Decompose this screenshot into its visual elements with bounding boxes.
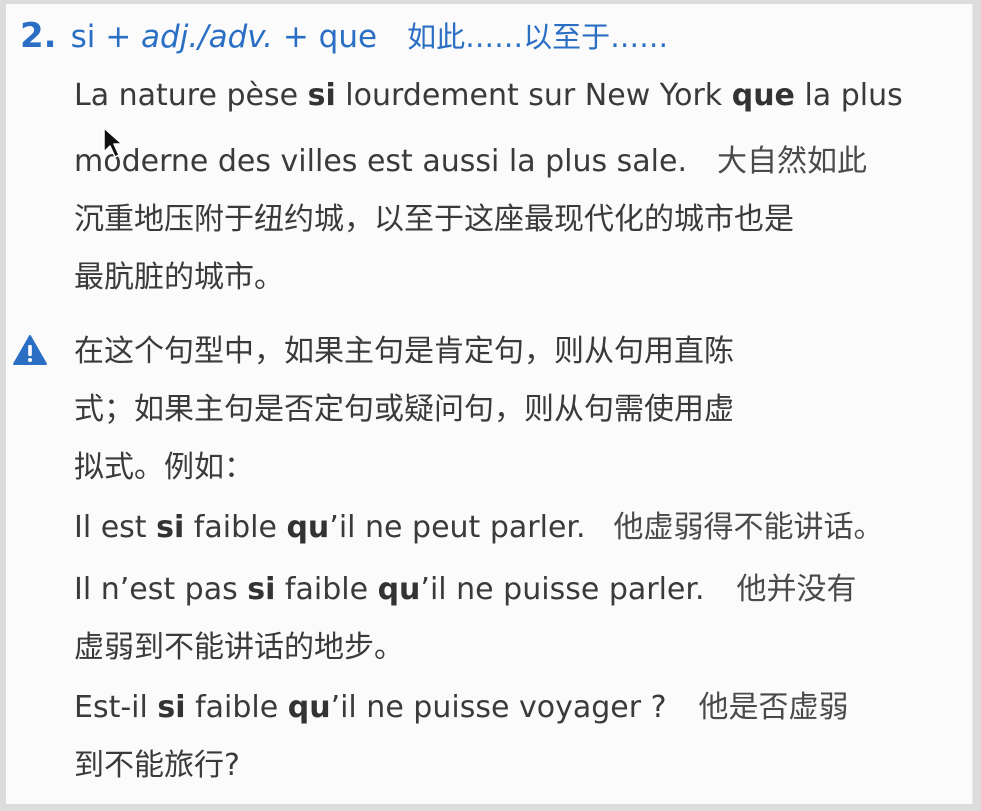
keyword: qu — [287, 690, 331, 725]
keyword: si — [307, 78, 336, 113]
translation: 他是否虚弱 — [698, 690, 849, 725]
text: ’il ne peut parler. — [329, 510, 586, 545]
note-line: 式；如果主句是否定句或疑问句，则从句需使用虚 — [74, 392, 734, 427]
keyword: si — [247, 572, 276, 607]
note-line: 在这个句型中，如果主句是肯定句，则从句用直陈 — [74, 334, 734, 369]
text: ’il ne puisse voyager ? — [330, 690, 667, 725]
example-line: moderne des villes est aussi la plus sal… — [74, 136, 867, 180]
text: Il est — [74, 510, 157, 545]
translation-line: 到不能旅行? — [74, 748, 240, 783]
mouse-cursor-icon — [103, 127, 123, 158]
translation-line: 虚弱到不能讲话的地步。 — [74, 630, 404, 665]
formula-italic: adj./adv. — [141, 19, 273, 55]
text: La nature pèse — [74, 78, 308, 113]
text: la plus — [794, 78, 903, 113]
keyword: si — [156, 510, 185, 545]
example-line: Est-il si faible qu’il ne puisse voyager… — [74, 682, 849, 726]
formula-part: si + — [70, 19, 142, 55]
text: faible — [275, 572, 378, 607]
text: moderne des villes est aussi la plus sal… — [74, 144, 688, 179]
translation-line: 最肮脏的城市。 — [74, 260, 284, 295]
example-line: Il n’est pas si faible qu’il ne puisse p… — [74, 564, 856, 608]
translation: 大自然如此 — [717, 144, 868, 179]
keyword: que — [731, 78, 795, 113]
text: faible — [185, 690, 288, 725]
document-page: 2. si + adj./adv. + que 如此……以至于…… La natur… — [6, 4, 973, 804]
text: Il n’est pas — [74, 572, 248, 607]
warning-icon — [13, 335, 47, 365]
text: Est-il — [74, 690, 158, 725]
keyword: qu — [286, 510, 330, 545]
formula-part: + que — [272, 19, 378, 55]
example-line: La nature pèse si lourdement sur New Yor… — [74, 78, 903, 113]
section-number: 2. — [20, 16, 57, 56]
keyword: qu — [377, 572, 421, 607]
heading-translation: 如此……以至于…… — [407, 20, 669, 54]
grammar-formula: si + adj./adv. + que — [71, 19, 377, 55]
translation-line: 沉重地压附于纽约城，以至于这座最现代化的城市也是 — [74, 202, 794, 237]
keyword: si — [157, 690, 186, 725]
text: ’il ne puisse parler. — [420, 572, 705, 607]
section-heading: 2. si + adj./adv. + que 如此……以至于…… — [20, 14, 668, 56]
text: faible — [184, 510, 287, 545]
text: lourdement sur New York — [335, 78, 732, 113]
example-line: Il est si faible qu’il ne peut parler. 他虚… — [74, 502, 884, 546]
translation: 他虚弱得不能讲话。 — [613, 510, 884, 545]
note-line: 拟式。例如： — [74, 450, 254, 485]
translation: 他并没有 — [736, 572, 857, 607]
